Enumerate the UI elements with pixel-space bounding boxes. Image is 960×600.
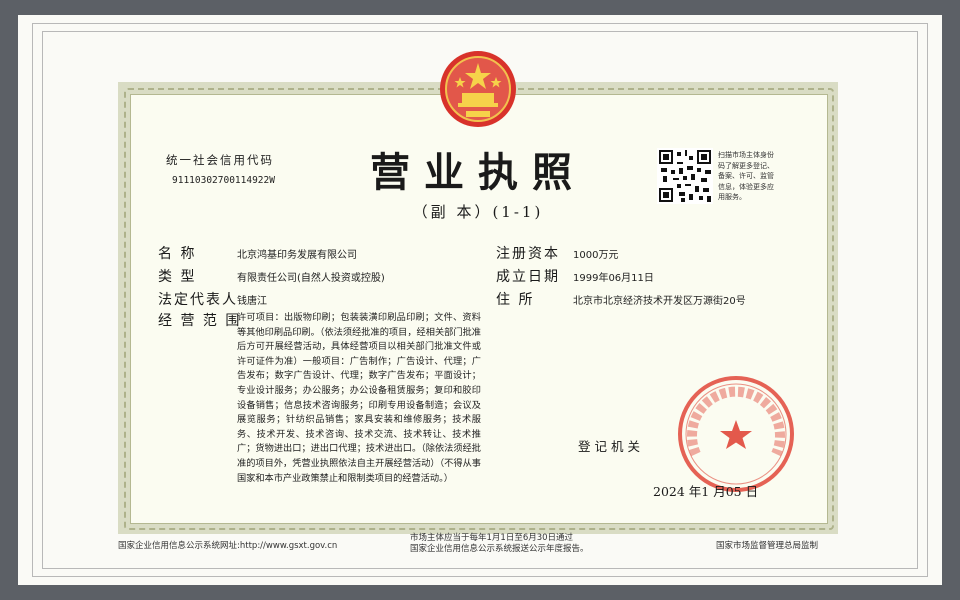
footer-right: 国家市场监督管理总局监制 xyxy=(716,541,819,551)
business-scope-value: 许可项目：出版物印刷；包装装潢印刷品印刷；文件、资料等其他印刷品印刷。（依法须经… xyxy=(237,312,481,484)
qr-code-note: 扫描市场主体身份码了解更多登记、备案、许可、监管信息，体验更多应用服务。 xyxy=(718,151,774,201)
document-viewer: 统一社会信用代码 91110302700114922W 营业执照 （副 本）(1… xyxy=(0,0,960,600)
registration-authority: 登记机关 xyxy=(578,439,645,454)
document-subtitle: （副 本）(1-1) xyxy=(412,203,544,221)
business-license: 统一社会信用代码 91110302700114922W 营业执照 （副 本）(1… xyxy=(118,51,838,534)
national-emblem-icon xyxy=(440,51,516,127)
footer-left: 国家企业信用信息公示系统网址:http://www.gsxt.gov.cn xyxy=(118,539,337,551)
legal-rep-value: 钱唐江 xyxy=(237,296,267,307)
established-label: 成立日期 xyxy=(496,269,560,285)
footer-notice-line-2: 国家企业信用信息公示系统报送公示年度报告。 xyxy=(410,544,589,554)
established-value: 1999年06月11日 xyxy=(573,273,654,284)
capital-value: 1000万元 xyxy=(573,250,619,261)
address-value: 北京市北京经济技术开发区万源街20号 xyxy=(573,296,746,307)
footer-system-label: 国家企业信用信息公示系统网址: xyxy=(118,541,240,551)
footer-notice-line-1: 市场主体应当于每年1月1日至6月30日通过 xyxy=(410,533,574,543)
business-scope-label: 经 营 范 围 xyxy=(158,313,242,329)
name-label: 名 称 xyxy=(158,246,197,262)
legal-rep-label: 法定代表人 xyxy=(158,292,238,308)
qr-code-icon xyxy=(657,148,713,204)
issue-date: 2024 年1 月05 日 xyxy=(653,484,759,499)
footer-url[interactable]: http://www.gsxt.gov.cn xyxy=(240,541,337,551)
official-seal-icon xyxy=(678,376,794,492)
address-label: 住 所 xyxy=(496,292,535,308)
type-value: 有限责任公司(自然人投资或控股) xyxy=(237,273,385,284)
type-label: 类 型 xyxy=(158,269,197,285)
capital-label: 注册资本 xyxy=(496,246,560,262)
name-value: 北京鸿基印务发展有限公司 xyxy=(237,250,357,261)
footer-middle: 市场主体应当于每年1月1日至6月30日通过 国家企业信用信息公示系统报送公示年度… xyxy=(410,533,589,555)
